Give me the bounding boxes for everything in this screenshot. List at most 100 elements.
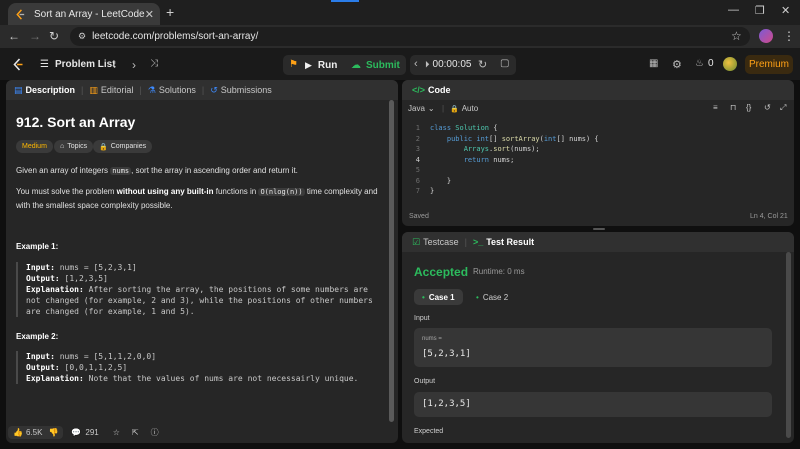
language-label: Java xyxy=(408,104,425,113)
line-text: public int[] sortArray(int[] nums) { xyxy=(446,134,599,143)
input-value-box: nums = [5,2,3,1] xyxy=(414,328,772,367)
submit-label: Submit xyxy=(366,59,400,71)
difficulty-badge: Medium xyxy=(16,140,53,153)
desc2-bold: without using any built-in xyxy=(116,187,214,196)
leetcode-favicon-icon xyxy=(14,8,26,20)
input-variable-label: nums = xyxy=(422,336,442,342)
browser-menu-icon[interactable]: ⋮ xyxy=(783,29,795,43)
complexity-code: O(nlog(n)) xyxy=(258,188,305,196)
reload-icon[interactable]: ↻ xyxy=(49,29,59,43)
line-number: 6 xyxy=(415,176,420,185)
description-scrollbar[interactable] xyxy=(389,100,394,422)
problem-list-link[interactable]: ☰ Problem List xyxy=(40,59,116,70)
thumbs-up-icon[interactable]: 👍 xyxy=(13,428,23,437)
auto-mode-toggle[interactable]: 🔒 Auto xyxy=(450,104,478,113)
case-1-label: Case 1 xyxy=(428,292,455,302)
tab-description[interactable]: ▤ Description xyxy=(10,85,79,96)
timer-button[interactable]: ⏵ 00:00:05 xyxy=(425,59,471,70)
profile-avatar[interactable] xyxy=(759,29,773,43)
panel-resize-handle[interactable] xyxy=(593,228,605,230)
example-output-label: Output: xyxy=(26,363,60,372)
next-problem-icon[interactable]: › xyxy=(132,58,136,72)
topics-badge[interactable]: ⌂ Topics xyxy=(54,140,94,153)
result-scrollbar[interactable] xyxy=(786,252,791,438)
braces-icon[interactable]: {} xyxy=(746,103,751,112)
example-explanation-label: Explanation: xyxy=(26,374,84,383)
result-status: Accepted xyxy=(414,265,469,279)
browser-tab[interactable]: Sort an Array - LeetCode ✕ xyxy=(8,3,160,25)
close-tab-icon[interactable]: ✕ xyxy=(145,8,154,21)
lock-icon: 🔒 xyxy=(450,105,459,113)
debug-icon[interactable]: ⚑ xyxy=(289,59,298,70)
reset-code-icon[interactable]: ↺ xyxy=(764,103,771,112)
runtime-text: Runtime: 0 ms xyxy=(473,267,525,276)
restore-icon[interactable]: ❐ xyxy=(755,4,765,17)
run-button[interactable]: ▶ Run xyxy=(305,55,337,75)
solutions-flask-icon: ⚗ xyxy=(147,84,156,95)
bookmark-icon[interactable]: ⊓ xyxy=(730,103,736,112)
case-1-tab[interactable]: • Case 1 xyxy=(414,289,463,305)
play-icon: ▶ xyxy=(305,59,312,70)
user-avatar[interactable] xyxy=(723,57,737,71)
line-number: 2 xyxy=(415,134,420,143)
tab-code[interactable]: </> Code xyxy=(408,85,455,95)
site-info-icon[interactable]: ⚙ xyxy=(78,31,86,42)
desc2-text: You must solve the problem xyxy=(16,187,117,196)
expand-icon[interactable]: ⤢ xyxy=(780,103,786,113)
back-icon[interactable]: ← xyxy=(8,29,20,43)
thumbs-down-icon[interactable]: 👎 xyxy=(48,428,58,437)
format-icon[interactable]: ≡ xyxy=(713,103,718,112)
line-number: 4 xyxy=(415,155,420,164)
submit-button[interactable]: ☁ Submit xyxy=(351,55,400,75)
shuffle-icon[interactable]: ⤨ xyxy=(150,58,158,69)
tab-solutions[interactable]: ⚗ Solutions xyxy=(144,85,200,96)
tab-testcase[interactable]: ☑ Testcase xyxy=(408,237,463,248)
timer-collapse-icon[interactable]: ‹ xyxy=(414,58,418,70)
flame-icon: ♨ xyxy=(695,58,704,69)
tab-editorial[interactable]: ▥ Editorial xyxy=(85,85,137,96)
new-tab-icon[interactable]: + xyxy=(166,4,174,20)
testcase-tab-label: Testcase xyxy=(423,237,459,247)
problem-title: 912. Sort an Array xyxy=(16,114,136,130)
companies-badge[interactable]: 🔒 Companies xyxy=(93,140,153,153)
favorite-star-icon[interactable]: ☆ xyxy=(113,428,120,437)
tab-test-result[interactable]: >_ Test Result xyxy=(469,237,538,247)
checkbox-icon: ☑ xyxy=(412,236,421,247)
settings-gear-icon[interactable]: ⚙ xyxy=(672,58,682,71)
topics-label: Topics xyxy=(67,143,88,150)
desc1-text: Given an array of integers xyxy=(16,166,111,175)
notes-icon[interactable]: ▢ xyxy=(500,58,509,69)
layout-grid-icon[interactable]: ▦ xyxy=(649,58,658,69)
line-text: class Solution { xyxy=(430,124,498,132)
editorial-icon: ▥ xyxy=(89,84,98,95)
code-toolbar: Java ⌄ | 🔒 Auto ≡ ⊓ {} ↺ ⤢ xyxy=(402,100,794,118)
prev-problem-icon[interactable]: ‹ xyxy=(112,58,116,72)
leetcode-logo-icon[interactable] xyxy=(12,58,24,71)
toolbar-divider: | xyxy=(442,104,445,113)
case-2-tab[interactable]: • Case 2 xyxy=(468,289,516,305)
help-icon[interactable]: ⓘ xyxy=(151,427,159,438)
tag-icon: ⌂ xyxy=(60,143,65,150)
output-value: [1,2,3,5] xyxy=(422,399,471,409)
browser-tab-title: Sort an Array - LeetCode xyxy=(34,8,145,20)
example-input-value: nums = [5,1,1,2,0,0] xyxy=(59,352,157,361)
output-value-box: [1,2,3,5] xyxy=(414,392,772,417)
timer-reset-icon[interactable]: ↻ xyxy=(478,58,487,71)
language-select[interactable]: Java ⌄ xyxy=(408,104,435,113)
example-input-value: nums = [5,2,3,1] xyxy=(59,263,137,272)
streak-counter[interactable]: ♨ 0 xyxy=(695,58,714,69)
forward-icon[interactable]: → xyxy=(29,29,41,43)
bookmark-star-icon[interactable]: ☆ xyxy=(731,29,742,43)
code-panel-header: </> Code xyxy=(402,80,794,100)
lock-icon: 🔒 xyxy=(99,143,108,151)
minimize-icon[interactable]: — xyxy=(728,4,739,16)
output-section-label: Output xyxy=(414,378,436,385)
tab-solutions-label: Solutions xyxy=(158,85,196,95)
url-bar[interactable]: ⚙ leetcode.com/problems/sort-an-array/ xyxy=(70,27,750,46)
close-window-icon[interactable]: ✕ xyxy=(781,4,790,17)
tab-submissions[interactable]: ↺ Submissions xyxy=(206,85,276,96)
premium-button[interactable]: Premium xyxy=(745,55,793,74)
share-icon[interactable]: ⇱ xyxy=(132,428,139,437)
comment-icon[interactable]: 💬 xyxy=(71,428,81,437)
line-number: 3 xyxy=(415,145,420,153)
